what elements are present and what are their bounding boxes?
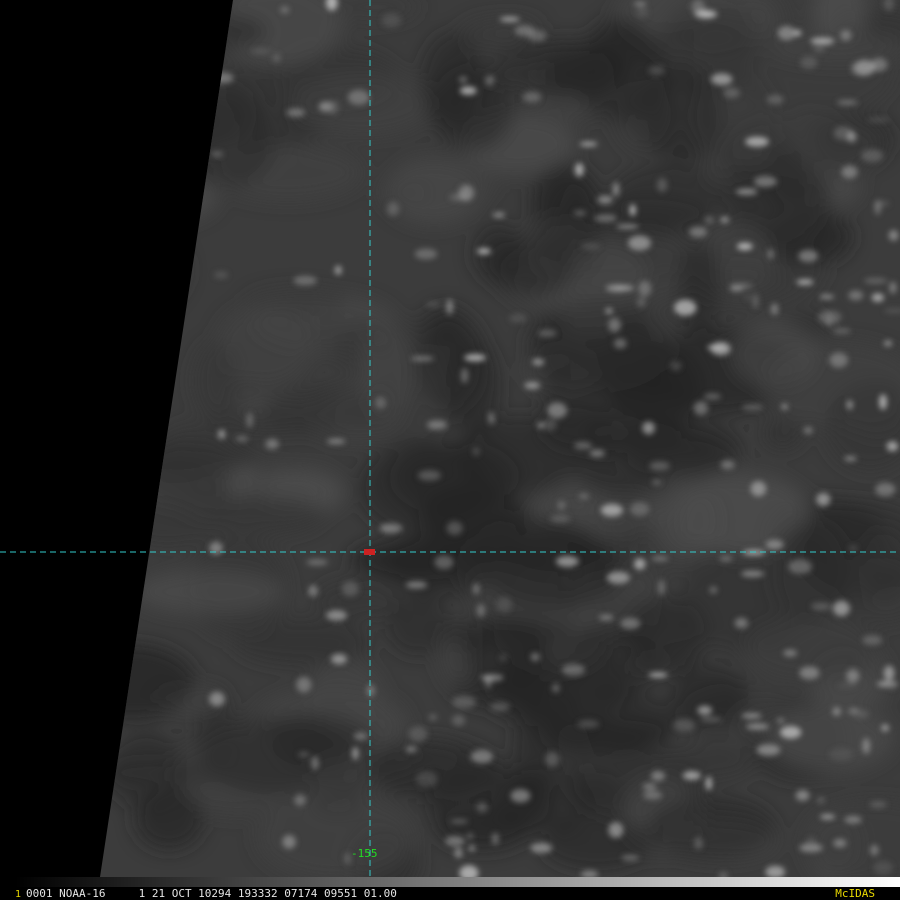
center-marker bbox=[364, 549, 375, 555]
satellite-imagery bbox=[0, 0, 900, 877]
status-bar: 1 0001 NOAA-16 1 21 OCT 10294 193332 071… bbox=[0, 887, 900, 900]
satellite-swath bbox=[100, 0, 900, 877]
software-label: McIDAS bbox=[835, 887, 875, 900]
longitude-label: -155 bbox=[351, 847, 378, 860]
frame-info: 0001 NOAA-16 1 21 OCT 10294 193332 07174… bbox=[26, 887, 397, 900]
frame-number: 1 bbox=[15, 889, 22, 900]
satellite-image-viewer: -155 1 0001 NOAA-16 1 21 OCT 10294 19333… bbox=[0, 0, 900, 900]
grayscale-bar bbox=[15, 877, 900, 887]
